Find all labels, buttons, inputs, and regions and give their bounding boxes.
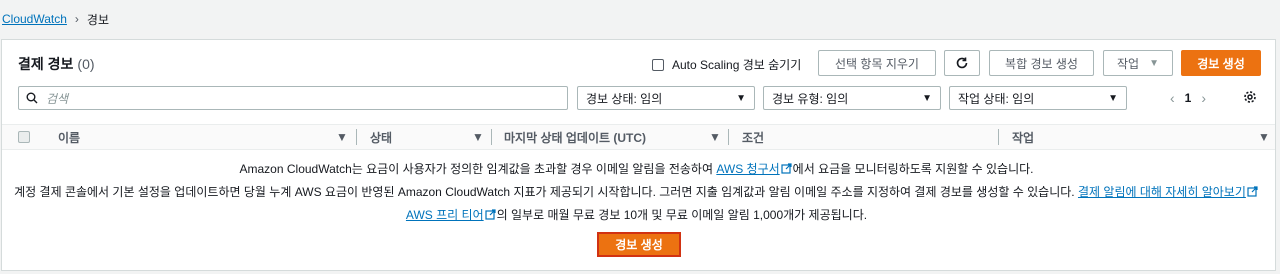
actions-dropdown[interactable]: 작업 ▼	[1103, 50, 1173, 76]
alarm-count: (0)	[77, 56, 95, 72]
alarm-type-select[interactable]: 경보 유형: 임의 ▼	[763, 86, 941, 110]
empty-line-2: 계정 결제 콘솔에서 기본 설정을 업데이트하면 당월 누계 AWS 요금이 반…	[0, 181, 1273, 204]
action-state-select[interactable]: 작업 상태: 임의 ▼	[949, 86, 1127, 110]
external-link-icon	[781, 163, 792, 174]
action-state-value: 작업 상태: 임의	[958, 91, 1035, 106]
chevron-right-icon[interactable]: ›	[1201, 90, 1206, 106]
create-alarm-button[interactable]: 경보 생성	[1181, 50, 1261, 76]
alarm-state-select[interactable]: 경보 상태: 임의 ▼	[577, 86, 755, 110]
external-link-icon	[485, 209, 496, 220]
pagination: ‹ 1 ›	[1170, 86, 1206, 110]
aws-bill-link[interactable]: AWS 청구서	[716, 162, 779, 176]
empty-line-3-text: 의 일부로 매월 무료 경보 10개 및 무료 이메일 알림 1,000개가 제…	[496, 208, 868, 222]
empty-line-1: Amazon CloudWatch는 요금이 사용자가 정의한 임계값을 초과할…	[0, 158, 1273, 181]
chevron-right-icon: ›	[74, 12, 79, 26]
breadcrumb-current: 경보	[86, 12, 110, 27]
empty-line-1-suffix: 에서 요금을 모니터링하도록 지원할 수 있습니다.	[792, 162, 1034, 176]
create-composite-alarm-button[interactable]: 복합 경보 생성	[989, 50, 1094, 76]
empty-line-3: AWS 프리 티어 의 일부로 매월 무료 경보 10개 및 무료 이메일 알림 …	[0, 204, 1273, 227]
external-link-icon	[1247, 186, 1258, 197]
hide-auto-scaling-checkbox[interactable]	[652, 58, 664, 71]
search-placeholder: 검색	[46, 91, 69, 106]
empty-line-1-text: Amazon CloudWatch는 요금이 사용자가 정의한 임계값을 초과할…	[239, 162, 713, 176]
caret-down-icon: ▼	[1149, 57, 1159, 69]
caret-down-icon: ▼	[1108, 92, 1118, 104]
alarm-type-value: 경보 유형: 임의	[772, 91, 849, 106]
hide-auto-scaling-label: Auto Scaling 경보 숨기기	[672, 58, 802, 72]
learn-billing-alerts-link[interactable]: 결제 알림에 대해 자세히 알아보기	[1078, 185, 1246, 199]
empty-state-message: Amazon CloudWatch는 요금이 사용자가 정의한 임계값을 초과할…	[0, 116, 1273, 227]
panel-title-text: 결제 경보	[18, 56, 74, 72]
hide-auto-scaling-toggle[interactable]: Auto Scaling 경보 숨기기	[652, 56, 801, 73]
clear-selection-button[interactable]: 선택 항목 지우기	[818, 50, 936, 76]
refresh-button[interactable]	[944, 50, 980, 76]
search-input[interactable]: 검색	[18, 86, 568, 110]
caret-down-icon: ▼	[922, 92, 932, 104]
gear-icon[interactable]	[1243, 90, 1257, 104]
panel-title: 결제 경보 (0)	[18, 54, 95, 74]
current-page[interactable]: 1	[1185, 91, 1192, 105]
breadcrumb-cloudwatch-link[interactable]: CloudWatch	[2, 12, 67, 26]
empty-create-alarm-button[interactable]: 경보 생성	[597, 232, 681, 257]
empty-line-2-text: 계정 결제 콘솔에서 기본 설정을 업데이트하면 당월 누계 AWS 요금이 반…	[14, 185, 1075, 199]
chevron-left-icon[interactable]: ‹	[1170, 90, 1175, 106]
refresh-icon	[956, 57, 968, 69]
actions-label: 작업	[1117, 56, 1140, 71]
search-icon	[26, 92, 38, 104]
aws-free-tier-link[interactable]: AWS 프리 티어	[406, 208, 484, 222]
breadcrumb: CloudWatch › 경보	[0, 0, 1280, 38]
alarm-state-value: 경보 상태: 임의	[586, 91, 663, 106]
caret-down-icon: ▼	[736, 92, 746, 104]
